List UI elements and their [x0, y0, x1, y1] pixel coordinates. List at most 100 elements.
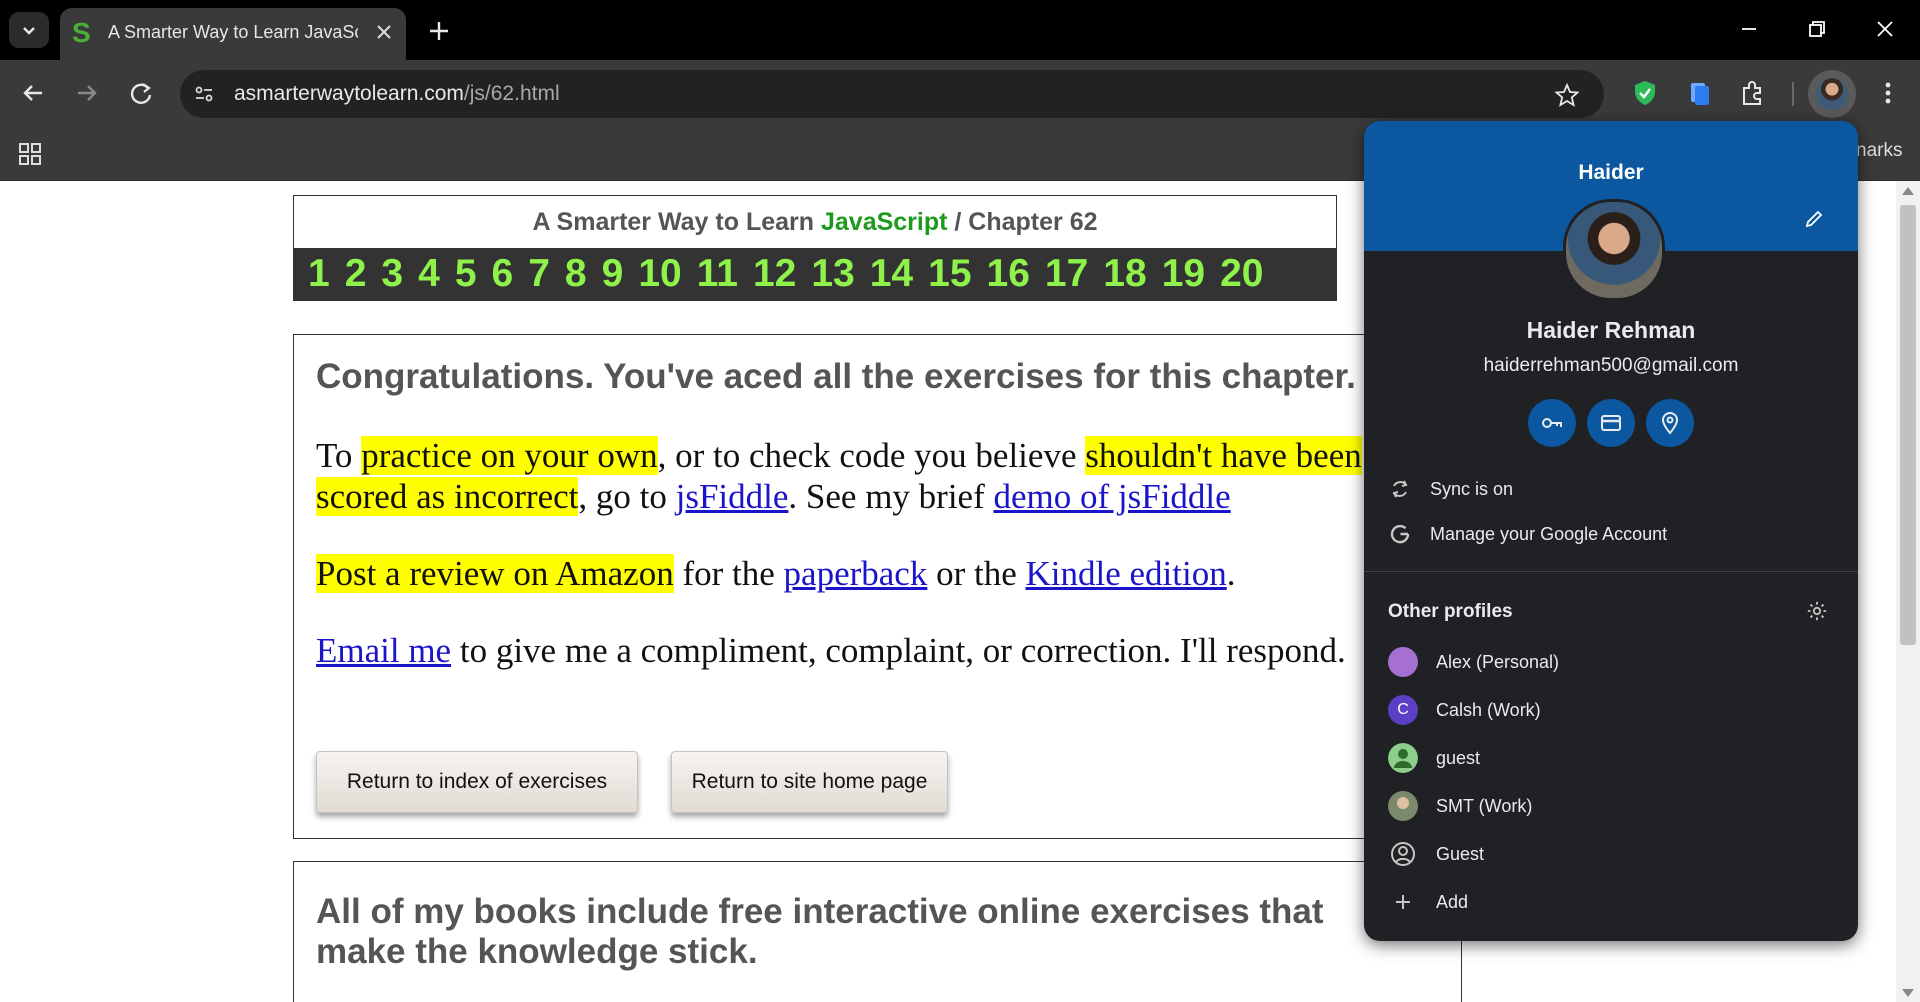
extensions-puzzle-icon[interactable] [1738, 78, 1768, 108]
tab-title: A Smarter Way to Learn JavaScr [108, 22, 358, 42]
chapter-link-7[interactable]: 7 [528, 252, 550, 296]
profile-item-alex[interactable]: Alex (Personal) [1364, 642, 1858, 682]
highlight-text: practice on your own [361, 436, 658, 475]
edit-pencil-icon[interactable] [1802, 207, 1826, 231]
chapter-link-13[interactable]: 13 [811, 252, 854, 296]
profile-full-name: Haider Rehman [1526, 317, 1696, 343]
chapter-link-1[interactable]: 1 [308, 252, 330, 296]
chapter-link-12[interactable]: 12 [753, 252, 796, 296]
close-window-icon[interactable] [1870, 14, 1900, 44]
profile-item-smt[interactable]: SMT (Work) [1364, 786, 1858, 826]
restore-icon[interactable] [1802, 14, 1832, 44]
chapter-link-15[interactable]: 15 [928, 252, 971, 296]
jsfiddle-demo-link[interactable]: demo of jsFiddle [993, 477, 1230, 516]
passwords-button[interactable] [1528, 399, 1576, 447]
payment-methods-button[interactable] [1587, 399, 1635, 447]
chapter-link-16[interactable]: 16 [987, 252, 1030, 296]
profile-item-calsh[interactable]: C Calsh (Work) [1364, 690, 1858, 730]
forward-arrow-icon[interactable] [70, 76, 104, 110]
text: . [1226, 554, 1236, 593]
gear-icon[interactable] [1806, 600, 1828, 622]
back-arrow-icon[interactable] [16, 76, 50, 110]
new-tab-icon[interactable] [424, 16, 454, 46]
promo-heading: All of my books include free interactive… [316, 892, 1324, 971]
kindle-edition-link[interactable]: Kindle edition [1026, 554, 1227, 593]
other-profiles-heading: Other profiles [1388, 601, 1513, 622]
title-prefix: A Smarter Way to Learn [532, 208, 821, 236]
addresses-button[interactable] [1646, 399, 1694, 447]
reload-icon[interactable] [124, 76, 158, 110]
profile-email: haiderrehman500@gmail.com [1483, 355, 1739, 376]
profile-label: Add [1436, 892, 1469, 912]
title-chapter: / Chapter 62 [947, 208, 1098, 236]
return-index-button[interactable]: Return to index of exercises [316, 751, 638, 813]
chapter-link-5[interactable]: 5 [455, 252, 477, 296]
chapter-link-9[interactable]: 9 [602, 252, 624, 296]
chapter-link-11[interactable]: 11 [697, 252, 738, 296]
page-scrollbar[interactable] [1896, 181, 1920, 1002]
site-info-icon[interactable] [192, 82, 216, 106]
sync-icon [1392, 480, 1408, 498]
minimize-icon[interactable] [1734, 14, 1764, 44]
book-header: A Smarter Way to Learn JavaScript / Chap… [293, 195, 1337, 301]
chapter-links: 1 2 3 4 5 6 7 8 9 10 11 12 13 14 15 16 1… [294, 248, 1336, 300]
scroll-down-arrow-icon[interactable] [1902, 989, 1914, 997]
profile-label: SMT (Work) [1436, 796, 1533, 816]
toolbar-divider [1792, 82, 1794, 106]
address-bar[interactable]: asmarterwaytolearn.com/js/62.html [180, 70, 1604, 118]
chapter-link-10[interactable]: 10 [638, 252, 681, 296]
sync-status-row[interactable]: Sync is on [1364, 469, 1858, 509]
profile-name-header: Haider [1578, 161, 1644, 184]
chapter-link-4[interactable]: 4 [418, 252, 440, 296]
manage-account-label: Manage your Google Account [1430, 524, 1668, 544]
scroll-up-arrow-icon[interactable] [1902, 187, 1914, 195]
email-paragraph: Email me to give me a compliment, compla… [316, 630, 1376, 671]
profile-label: Alex (Personal) [1436, 652, 1560, 672]
url-text[interactable]: asmarterwaytolearn.com/js/62.html [234, 82, 560, 106]
url-path: /js/62.html [463, 82, 560, 105]
text: to give me a compliment, complaint, or c… [451, 631, 1346, 670]
tab-search-button[interactable] [9, 12, 49, 48]
paperback-link[interactable]: paperback [784, 554, 928, 593]
chapter-link-3[interactable]: 3 [381, 252, 403, 296]
bookmark-star-icon[interactable] [1554, 82, 1580, 108]
avatar [1388, 647, 1418, 677]
shield-extension-icon[interactable] [1630, 78, 1660, 108]
browser-toolbar: asmarterwaytolearn.com/js/62.html [0, 60, 1920, 128]
text: To [316, 436, 362, 475]
all-bookmarks-label[interactable]: narks [1856, 140, 1902, 162]
chapter-link-17[interactable]: 17 [1045, 252, 1088, 296]
close-tab-icon[interactable] [372, 20, 396, 44]
chapter-link-8[interactable]: 8 [565, 252, 587, 296]
congrats-heading: Congratulations. You've aced all the exe… [316, 357, 1356, 396]
manage-account-row[interactable]: Manage your Google Account [1364, 514, 1858, 554]
apps-grid-icon[interactable] [18, 142, 42, 166]
chapter-link-14[interactable]: 14 [870, 252, 913, 296]
guest-circle-icon [1391, 842, 1415, 866]
scrollbar-thumb[interactable] [1900, 205, 1916, 645]
chapter-link-2[interactable]: 2 [345, 252, 367, 296]
profile-menu: Haider Haider Rehman haiderrehman500@gma… [1364, 121, 1858, 941]
profile-item-guest[interactable]: guest [1364, 738, 1858, 778]
browser-tab[interactable]: S A Smarter Way to Learn JavaScr [60, 8, 406, 60]
chapter-link-20[interactable]: 20 [1220, 252, 1263, 296]
guest-mode-item[interactable]: Guest [1364, 834, 1858, 874]
chapter-link-6[interactable]: 6 [492, 252, 514, 296]
return-home-button[interactable]: Return to site home page [671, 751, 948, 813]
more-menu-icon[interactable] [1873, 78, 1903, 108]
chapter-link-19[interactable]: 19 [1162, 252, 1205, 296]
congrats-panel: Congratulations. You've aced all the exe… [293, 334, 1462, 839]
profile-label: guest [1436, 748, 1481, 768]
add-profile-item[interactable]: Add [1364, 882, 1858, 922]
tab-strip: S A Smarter Way to Learn JavaScr [0, 0, 1920, 60]
location-pin-icon [1661, 412, 1679, 435]
email-me-link[interactable]: Email me [316, 631, 451, 670]
jsfiddle-link[interactable]: jsFiddle [676, 477, 789, 516]
text: , or to check code you believe [657, 436, 1086, 475]
chapter-link-18[interactable]: 18 [1103, 252, 1146, 296]
key-icon [1542, 418, 1562, 428]
profile-label: Guest [1436, 844, 1485, 864]
credit-card-icon [1601, 415, 1621, 431]
docs-extension-icon[interactable] [1684, 78, 1714, 108]
profile-button[interactable] [1808, 70, 1856, 118]
